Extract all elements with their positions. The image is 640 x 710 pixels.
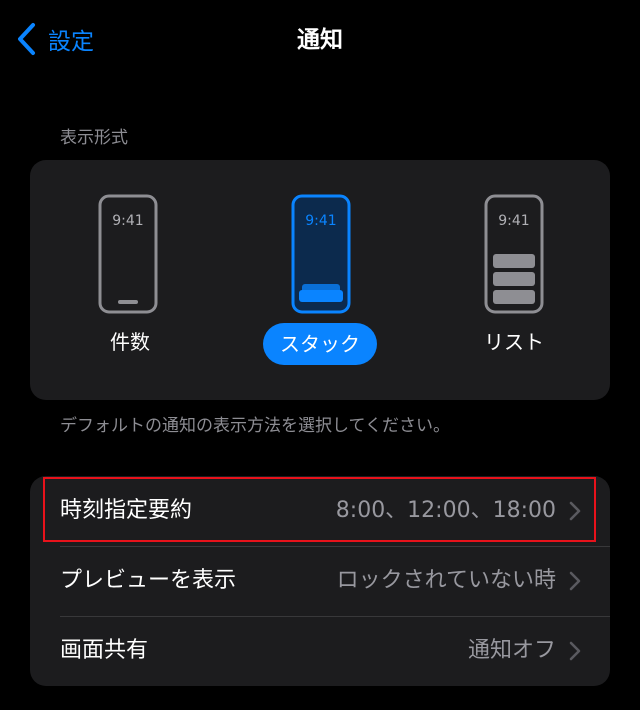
display-option-list[interactable]: 9:41 リスト xyxy=(446,160,586,400)
row-show-previews[interactable]: プレビューを表示 ロックされていない時 xyxy=(30,546,610,616)
chevron-right-icon xyxy=(568,640,582,662)
row-screen-sharing[interactable]: 画面共有 通知オフ xyxy=(30,616,610,686)
phone-list-icon: 9:41 xyxy=(484,194,544,314)
display-style-card: 9:41 件数 9:41 スタック 9:41 リスト xyxy=(30,160,610,400)
page-title: 通知 xyxy=(297,27,343,53)
display-option-list-label: リスト xyxy=(484,330,544,354)
display-style-footer: デフォルトの通知の表示方法を選択してください。 xyxy=(60,416,450,436)
phone-stack-icon: 9:41 xyxy=(291,194,351,314)
chevron-right-icon xyxy=(568,500,582,522)
row-value: 8:00、12:00、18:00 xyxy=(335,498,556,523)
display-option-stack-label: スタック xyxy=(263,323,377,365)
display-style-header: 表示形式 xyxy=(60,128,128,148)
phone-time-label: 9:41 xyxy=(112,213,143,229)
chevron-right-icon xyxy=(568,570,582,592)
settings-list: 時刻指定要約 8:00、12:00、18:00 プレビューを表示 ロックされてい… xyxy=(30,476,610,686)
display-option-stack[interactable]: 9:41 スタック xyxy=(262,160,402,400)
phone-time-label: 9:41 xyxy=(498,213,529,229)
display-option-count-label: 件数 xyxy=(110,330,150,354)
row-value: 通知オフ xyxy=(467,638,556,663)
phone-time-label: 9:41 xyxy=(305,213,336,229)
display-option-count[interactable]: 9:41 件数 xyxy=(60,160,200,400)
navigation-bar: 設定 通知 xyxy=(0,0,640,78)
phone-count-icon: 9:41 xyxy=(98,194,158,314)
row-value: ロックされていない時 xyxy=(336,568,556,593)
row-label: プレビューを表示 xyxy=(60,568,237,593)
row-label: 画面共有 xyxy=(60,638,149,663)
row-scheduled-summary[interactable]: 時刻指定要約 8:00、12:00、18:00 xyxy=(30,476,610,546)
row-label: 時刻指定要約 xyxy=(60,498,193,523)
